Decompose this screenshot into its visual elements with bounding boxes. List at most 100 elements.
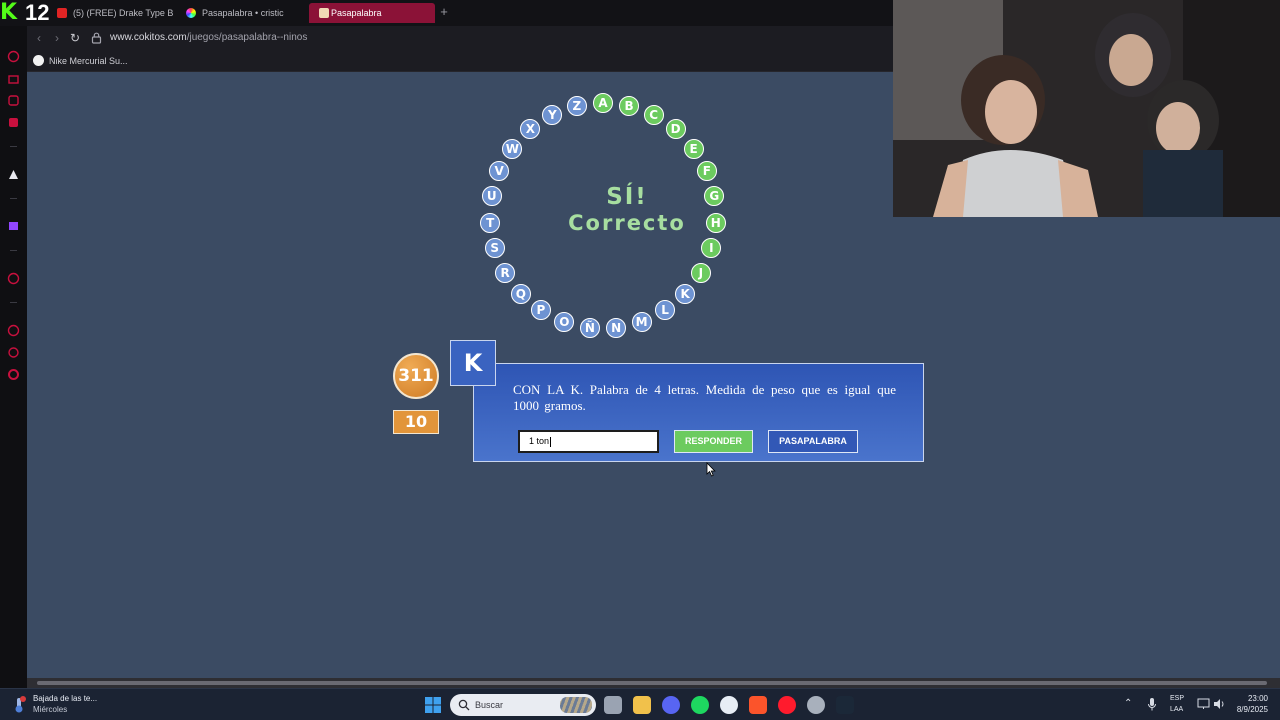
sidebar-divider [10,198,17,199]
sidebar-divider [10,146,17,147]
cokitos-icon [319,8,329,18]
rosco-letter: E [683,138,704,159]
url-domain: www.cokitos.com [110,32,187,43]
webcam-people-image [893,0,1280,217]
tab-label: Pasapalabra [331,8,382,18]
microphone-icon[interactable] [1147,697,1157,712]
pasapalabra-button[interactable]: PASAPALABRA [768,430,858,453]
search-highlight-image [560,697,592,713]
rosco-letter: R [495,262,516,283]
rosco-letter: B [619,96,640,116]
weather-day: Miércoles [33,705,68,714]
bookmarks-bar: Nike Mercurial Su... [0,50,893,72]
lock-icon [91,32,102,44]
language-indicator[interactable]: ESP [1170,695,1184,702]
search-placeholder: Buscar [475,700,504,710]
question-text: CON LA K. Palabra de 4 letras. Medida de… [513,382,896,413]
rosco-letter: A [593,93,613,113]
screen: K 12 (5) (FREE) Drake Type Be... Pasapal… [0,0,1280,720]
rosco-letter: Ñ [579,318,600,339]
sidebar-divider [10,250,17,251]
forward-button[interactable]: › [50,30,64,46]
volume-icon[interactable] [1213,698,1226,710]
rosco-letter: D [665,119,686,140]
discord-icon[interactable] [662,696,680,714]
back-button[interactable]: ‹ [32,30,46,46]
rosco-letter: F [696,161,717,182]
rosco-letter: S [484,238,505,259]
aria-icon[interactable] [7,168,20,181]
question-panel: CON LA K. Palabra de 4 letras. Medida de… [473,363,924,462]
tray-chevron-up-icon[interactable]: ⌃ [1124,698,1132,709]
rosco-letter: C [643,105,664,125]
rosco-letter: J [690,262,711,283]
windows-start-icon[interactable] [425,697,441,713]
tab-bar: K 12 (5) (FREE) Drake Type Be... Pasapal… [0,0,893,26]
clock-date: 8/9/2025 [1236,705,1268,714]
clock-time[interactable]: 23:00 [1228,694,1268,703]
thermometer-icon[interactable] [12,696,26,714]
answer-input[interactable]: 1 ton [518,430,659,453]
network-icon[interactable] [1197,698,1210,710]
timer-badge: 311 [393,353,439,399]
chatgpt-icon[interactable] [720,696,738,714]
url-field[interactable]: www.cokitos.com/juegos/pasapalabra--nino… [110,31,307,45]
result-message-correct: Correcto [568,211,686,235]
instagram-icon[interactable] [7,116,20,129]
bag-icon[interactable] [7,72,20,85]
webcam-overlay [893,0,1280,217]
task-view-icon[interactable] [604,696,622,714]
windows-taskbar: Bajada de las te... Miércoles Buscar ⌃ E… [0,688,1280,720]
bookmark-nike[interactable]: Nike Mercurial Su... [49,54,128,68]
tab-pasapalabra-cristic[interactable]: Pasapalabra • cristic [184,3,299,23]
nike-icon [33,55,44,66]
youtube-icon [57,8,67,18]
tab-label: (5) (FREE) Drake Type Be... [73,8,173,18]
rosco-letter: T [480,212,501,233]
file-explorer-icon[interactable] [633,696,651,714]
browser-sidebar [0,26,27,678]
text-caret [550,436,552,447]
rosco-letter: M [631,312,652,333]
extensions-icon[interactable] [7,346,20,359]
search-icon [458,699,470,711]
taskbar-search[interactable]: Buscar [450,694,596,716]
spotify-icon[interactable] [691,696,709,714]
responder-button[interactable]: RESPONDER [674,430,753,453]
mouse-cursor-icon [706,462,716,477]
stream-overlay-number: 12 [25,0,50,25]
history-icon[interactable] [7,50,20,63]
tab-pasapalabra-active[interactable]: Pasapalabra [309,3,435,23]
new-tab-button[interactable]: + [437,3,451,21]
brave-icon[interactable] [749,696,767,714]
messenger-icon[interactable] [7,94,20,107]
rosco-letter: Q [510,283,531,304]
score-badge: 10 [393,410,439,434]
current-letter-badge: K [450,340,496,386]
result-message: SÍ! [606,184,648,210]
sidebar-divider [10,302,17,303]
weather-title[interactable]: Bajada de las te... [33,694,97,703]
rosco-letter: Z [566,96,587,116]
kick-logo: K [0,0,18,25]
clock-icon[interactable] [7,324,20,337]
app-icon[interactable] [807,696,825,714]
answer-value: 1 ton [529,436,550,446]
player-icon[interactable] [7,272,20,285]
rosco-letter: K [675,283,696,304]
rosco-letter: U [481,186,502,207]
tab-label: Pasapalabra • cristic [202,8,284,18]
reload-button[interactable]: ↻ [68,30,82,46]
steam-icon[interactable] [836,696,854,714]
colorful-site-icon [186,8,196,18]
address-bar: ‹ › ↻ www.cokitos.com/juegos/pasapalabra… [0,26,893,50]
keyboard-layout: LAA [1170,706,1184,713]
twitch-icon[interactable] [7,220,20,233]
opera-gx-icon[interactable] [778,696,796,714]
tab-youtube[interactable]: (5) (FREE) Drake Type Be... [55,3,173,23]
scrollbar-thumb[interactable] [37,681,1267,685]
horizontal-scrollbar[interactable] [27,678,1280,688]
rosco-letter: W [502,138,523,159]
url-path: /juegos/pasapalabra--ninos [186,32,308,43]
settings-icon[interactable] [7,368,20,381]
